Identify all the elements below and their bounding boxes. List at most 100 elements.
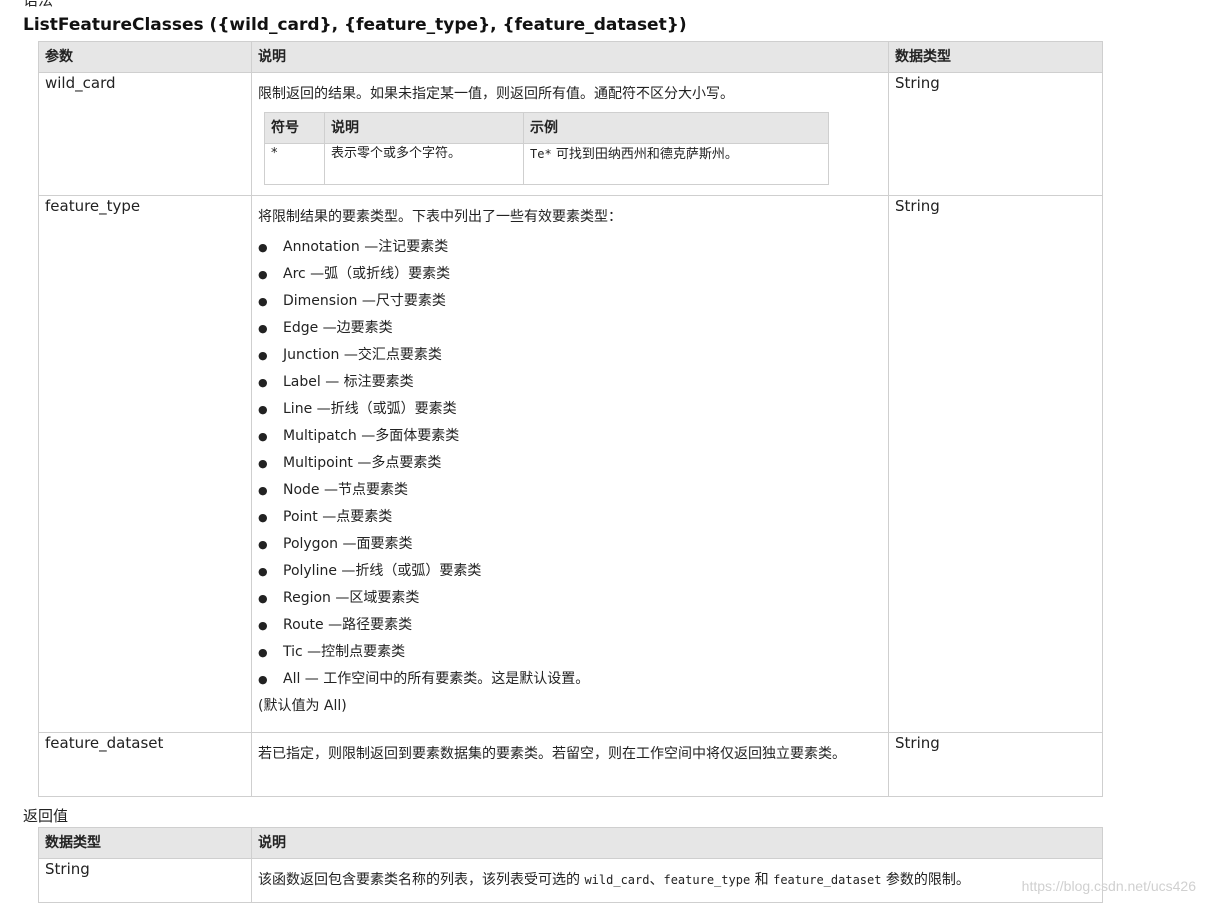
feature-type-item: ● Line —折线（或弧）要素类 [258, 399, 882, 426]
wildcard-example-text: 可找到田纳西州和德克萨斯州。 [551, 147, 738, 162]
feature-type-label: Junction —交汇点要素类 [283, 347, 442, 363]
returns-desc-and: 和 [750, 872, 774, 888]
header-description: 说明 [251, 41, 889, 73]
returns-desc-end: 参数的限制。 [881, 872, 970, 888]
param-row-feature-type: feature_type 将限制结果的要素类型。下表中列出了一些有效要素类型： … [38, 195, 1103, 733]
param-name: feature_type [38, 195, 252, 733]
feature-type-item: ● All — 工作空间中的所有要素类。这是默认设置。 [258, 669, 882, 696]
bullet-icon: ● [258, 403, 268, 416]
bullet-icon: ● [258, 673, 268, 686]
bullet-icon: ● [258, 241, 268, 254]
feature-type-item: ● Annotation —注记要素类 [258, 237, 882, 264]
feature-type-label: Route —路径要素类 [283, 617, 413, 633]
returns-header-type: 数据类型 [38, 827, 252, 859]
wildcard-symbol: * [264, 143, 325, 185]
bullet-icon: ● [258, 376, 268, 389]
bullet-icon: ● [258, 511, 268, 524]
function-signature: ListFeatureClasses ({wild_card}, {featur… [23, 15, 687, 35]
feature-type-label: Tic —控制点要素类 [283, 644, 406, 660]
feature-type-label: Multipatch —多面体要素类 [283, 428, 460, 444]
feature-type-label: Point —点要素类 [283, 509, 393, 525]
param-name: wild_card [38, 72, 252, 196]
bullet-icon: ● [258, 619, 268, 632]
feature-type-label: Arc —弧（或折线）要素类 [283, 266, 451, 282]
feature-type-item: ● Multipatch —多面体要素类 [258, 426, 882, 453]
param-name: feature_dataset [38, 732, 252, 797]
bullet-icon: ● [258, 538, 268, 551]
syntax-heading: 语法 [23, 0, 54, 9]
default-value-note: (默认值为 All) [258, 698, 347, 714]
returns-header-row: 数据类型 说明 [38, 827, 1103, 859]
returns-desc-sep: 、 [649, 872, 664, 888]
bullet-icon: ● [258, 592, 268, 605]
param-type: String [888, 195, 1103, 733]
wildcard-example: Te* 可找到田纳西州和德克萨斯州。 [523, 143, 829, 185]
param-row-feature-dataset: feature_dataset 若已指定，则限制返回到要素数据集的要素类。若留空… [38, 732, 1103, 797]
bullet-icon: ● [258, 349, 268, 362]
wildcard-table: 符号 说明 示例 * 表示零个或多个字符。 Te* 可找到田纳西州和德克萨斯州。 [264, 112, 829, 185]
bullet-icon: ● [258, 646, 268, 659]
feature-type-label: Node —节点要素类 [283, 482, 408, 498]
header-parameter: 参数 [38, 41, 252, 73]
returns-type: String [38, 858, 252, 903]
wildcard-example-code: Te* [530, 147, 552, 161]
feature-type-item: ● Polyline —折线（或弧）要素类 [258, 561, 882, 588]
feature-type-label: Polyline —折线（或弧）要素类 [283, 563, 482, 579]
param-description: 若已指定，则限制返回到要素数据集的要素类。若留空，则在工作空间中将仅返回独立要素… [258, 746, 846, 762]
param-description-cell: 将限制结果的要素类型。下表中列出了一些有效要素类型： ● Annotation —… [251, 195, 889, 733]
bullet-icon: ● [258, 430, 268, 443]
param-description: 限制返回的结果。如果未指定某一值，则返回所有值。通配符不区分大小写。 [258, 86, 734, 102]
bullet-icon: ● [258, 295, 268, 308]
feature-type-item: ● Edge —边要素类 [258, 318, 882, 345]
feature-type-item: ● Multipoint —多点要素类 [258, 453, 882, 480]
param-description: 将限制结果的要素类型。下表中列出了一些有效要素类型： [258, 209, 622, 225]
param-description-cell: 若已指定，则限制返回到要素数据集的要素类。若留空，则在工作空间中将仅返回独立要素… [251, 732, 889, 797]
bullet-icon: ● [258, 268, 268, 281]
returns-header-description: 说明 [251, 827, 1103, 859]
bullet-icon: ● [258, 484, 268, 497]
wildcard-explanation: 表示零个或多个字符。 [324, 143, 524, 185]
feature-type-label: Multipoint —多点要素类 [283, 455, 442, 471]
param-type: String [888, 72, 1103, 196]
feature-type-label: All — 工作空间中的所有要素类。这是默认设置。 [283, 671, 590, 687]
bullet-icon: ● [258, 322, 268, 335]
returns-row: String 该函数返回包含要素类名称的列表，该列表受可选的 wild_card… [38, 858, 1103, 903]
returns-description: 该函数返回包含要素类名称的列表，该列表受可选的 wild_card、featur… [251, 858, 1103, 903]
feature-type-item: ● Tic —控制点要素类 [258, 642, 882, 669]
parameters-table: 参数 说明 数据类型 wild_card 限制返回的结果。如果未指定某一值，则返… [38, 41, 1103, 797]
watermark: https://blog.csdn.net/ucs426 [1021, 878, 1196, 894]
parameters-header-row: 参数 说明 数据类型 [38, 41, 1103, 73]
feature-type-item: ● Node —节点要素类 [258, 480, 882, 507]
header-data-type: 数据类型 [888, 41, 1103, 73]
returns-table: 数据类型 说明 String 该函数返回包含要素类名称的列表，该列表受可选的 w… [38, 827, 1103, 903]
returns-code-feature-dataset: feature_dataset [773, 873, 882, 887]
feature-type-item: ● Region —区域要素类 [258, 588, 882, 615]
feature-type-label: Line —折线（或弧）要素类 [283, 401, 457, 417]
returns-desc-text: 该函数返回包含要素类名称的列表，该列表受可选的 [258, 872, 585, 888]
bullet-icon: ● [258, 565, 268, 578]
param-description-cell: 限制返回的结果。如果未指定某一值，则返回所有值。通配符不区分大小写。 符号 说明… [251, 72, 889, 196]
feature-type-list: ● Annotation —注记要素类 ● Arc —弧（或折线）要素类 ● Dimens… [258, 237, 882, 696]
feature-type-label: Annotation —注记要素类 [283, 239, 449, 255]
wildcard-header-example: 示例 [523, 112, 829, 144]
feature-type-label: Polygon —面要素类 [283, 536, 413, 552]
feature-type-label: Label — 标注要素类 [283, 374, 414, 390]
wildcard-header-explanation: 说明 [324, 112, 524, 144]
returns-code-feature-type: feature_type [663, 873, 751, 887]
feature-type-label: Dimension —尺寸要素类 [283, 293, 446, 309]
wildcard-header-symbol: 符号 [264, 112, 325, 144]
feature-type-label: Region —区域要素类 [283, 590, 420, 606]
returns-heading: 返回值 [23, 807, 69, 825]
bullet-icon: ● [258, 457, 268, 470]
feature-type-item: ● Polygon —面要素类 [258, 534, 882, 561]
param-type: String [888, 732, 1103, 797]
returns-code-wild-card: wild_card [584, 873, 650, 887]
feature-type-item: ● Label — 标注要素类 [258, 372, 882, 399]
param-row-wild-card: wild_card 限制返回的结果。如果未指定某一值，则返回所有值。通配符不区分… [38, 72, 1103, 196]
feature-type-item: ● Dimension —尺寸要素类 [258, 291, 882, 318]
feature-type-item: ● Route —路径要素类 [258, 615, 882, 642]
feature-type-label: Edge —边要素类 [283, 320, 393, 336]
feature-type-item: ● Arc —弧（或折线）要素类 [258, 264, 882, 291]
feature-type-item: ● Junction —交汇点要素类 [258, 345, 882, 372]
feature-type-item: ● Point —点要素类 [258, 507, 882, 534]
